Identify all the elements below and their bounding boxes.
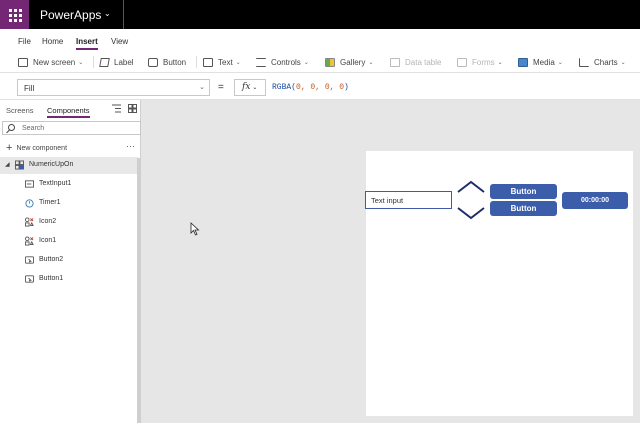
timer-icon xyxy=(25,199,34,208)
button-control-icon xyxy=(25,275,34,283)
tree-item-button2[interactable]: Button2 xyxy=(0,252,138,269)
chevron-down-icon: ⌄ xyxy=(199,84,205,91)
chevron-down-icon: ⌄ xyxy=(620,59,626,66)
controls-icon xyxy=(256,57,266,67)
divider xyxy=(196,56,197,68)
text-input-icon xyxy=(25,180,34,188)
chevron-down-icon[interactable] xyxy=(456,206,486,220)
button-button[interactable]: Button xyxy=(148,56,186,68)
form-icon xyxy=(457,57,467,67)
image-icon xyxy=(518,57,528,67)
more-options-icon[interactable]: ··· xyxy=(126,141,135,151)
chevron-down-icon: ⌄ xyxy=(557,59,563,66)
formula-input[interactable]: RGBA(0, 0, 0, 0) xyxy=(272,83,349,92)
tree-item-icon1[interactable]: Icon1 xyxy=(0,233,138,250)
new-component-button[interactable]: + New component xyxy=(6,142,67,154)
tree-item-timer1[interactable]: Timer1 xyxy=(0,195,138,212)
menu-insert[interactable]: Insert xyxy=(76,37,98,50)
plus-icon: + xyxy=(6,142,13,154)
search-input[interactable]: Search xyxy=(2,121,141,135)
label-button[interactable]: Label xyxy=(99,56,134,68)
mouse-cursor-icon xyxy=(190,222,200,236)
list-view-icon[interactable] xyxy=(112,104,121,113)
fx-icon: fx xyxy=(242,82,251,92)
tree-item-icon2[interactable]: Icon2 xyxy=(0,214,138,231)
button-bottom[interactable]: Button xyxy=(490,201,557,216)
formula-bar: Fill ⌄ = fx ⌄ RGBA(0, 0, 0, 0) xyxy=(0,74,640,100)
icon-control-icon xyxy=(25,217,34,227)
label-icon xyxy=(99,57,110,67)
divider xyxy=(123,0,124,29)
app-title[interactable]: PowerApps xyxy=(40,8,101,22)
tree-item-button1[interactable]: Button1 xyxy=(0,271,138,288)
tree-item-numericupon[interactable]: ◢ NumericUpOn xyxy=(0,157,138,174)
new-screen-button[interactable]: New screen ⌄ xyxy=(18,56,83,68)
button-icon xyxy=(148,57,158,67)
function-button[interactable]: fx ⌄ xyxy=(234,79,266,96)
app-launcher-icon[interactable] xyxy=(0,0,29,29)
title-bar: PowerApps ⌄ xyxy=(0,0,640,29)
tab-components[interactable]: Components xyxy=(47,106,90,118)
chart-icon xyxy=(579,57,589,67)
text-dropdown[interactable]: Text ⌄ xyxy=(203,56,241,68)
icon-control-icon xyxy=(25,236,34,246)
equals-sign: = xyxy=(218,82,224,93)
gallery-dropdown[interactable]: Gallery ⌄ xyxy=(325,56,373,68)
controls-dropdown[interactable]: Controls ⌄ xyxy=(256,56,309,68)
chevron-down-icon: ⌄ xyxy=(497,59,503,66)
media-dropdown[interactable]: Media ⌄ xyxy=(518,56,563,68)
component-icon xyxy=(15,160,24,170)
menu-view[interactable]: View xyxy=(111,37,128,46)
grid-view-icon[interactable] xyxy=(128,104,137,113)
text-icon xyxy=(203,57,213,67)
table-icon xyxy=(390,57,400,67)
charts-dropdown[interactable]: Charts ⌄ xyxy=(579,56,626,68)
menu-bar: File Home Insert View xyxy=(0,29,640,51)
tree-view-panel: Screens Components Search + New component… xyxy=(0,100,141,423)
menu-home[interactable]: Home xyxy=(42,37,63,46)
property-dropdown[interactable]: Fill ⌄ xyxy=(17,79,210,96)
button-control-icon xyxy=(25,256,34,264)
forms-dropdown[interactable]: Forms ⌄ xyxy=(457,56,503,68)
chevron-down-icon: ⌄ xyxy=(368,59,374,66)
tab-screens[interactable]: Screens xyxy=(6,106,34,115)
timer-control[interactable]: 00:00:00 xyxy=(562,192,628,209)
text-input-control[interactable]: Text input xyxy=(365,191,452,209)
chevron-down-icon: ⌄ xyxy=(303,59,309,66)
chevron-down-icon[interactable]: ⌄ xyxy=(104,9,111,18)
menu-file[interactable]: File xyxy=(18,37,31,46)
divider xyxy=(93,56,94,68)
data-table-button[interactable]: Data table xyxy=(390,56,441,68)
chevron-down-icon: ⌄ xyxy=(235,59,241,66)
screen-icon xyxy=(18,57,28,67)
chevron-down-icon: ⌄ xyxy=(78,59,84,66)
search-icon xyxy=(8,124,15,131)
ribbon: New screen ⌄ Label Button Text ⌄ Control… xyxy=(0,51,640,73)
tree-item-textinput1[interactable]: TextInput1 xyxy=(0,176,138,193)
chevron-up-icon[interactable] xyxy=(456,180,486,194)
gallery-icon xyxy=(325,57,335,67)
chevron-down-icon: ⌄ xyxy=(252,85,258,91)
button-top[interactable]: Button xyxy=(490,184,557,199)
collapse-icon[interactable]: ◢ xyxy=(5,161,10,168)
